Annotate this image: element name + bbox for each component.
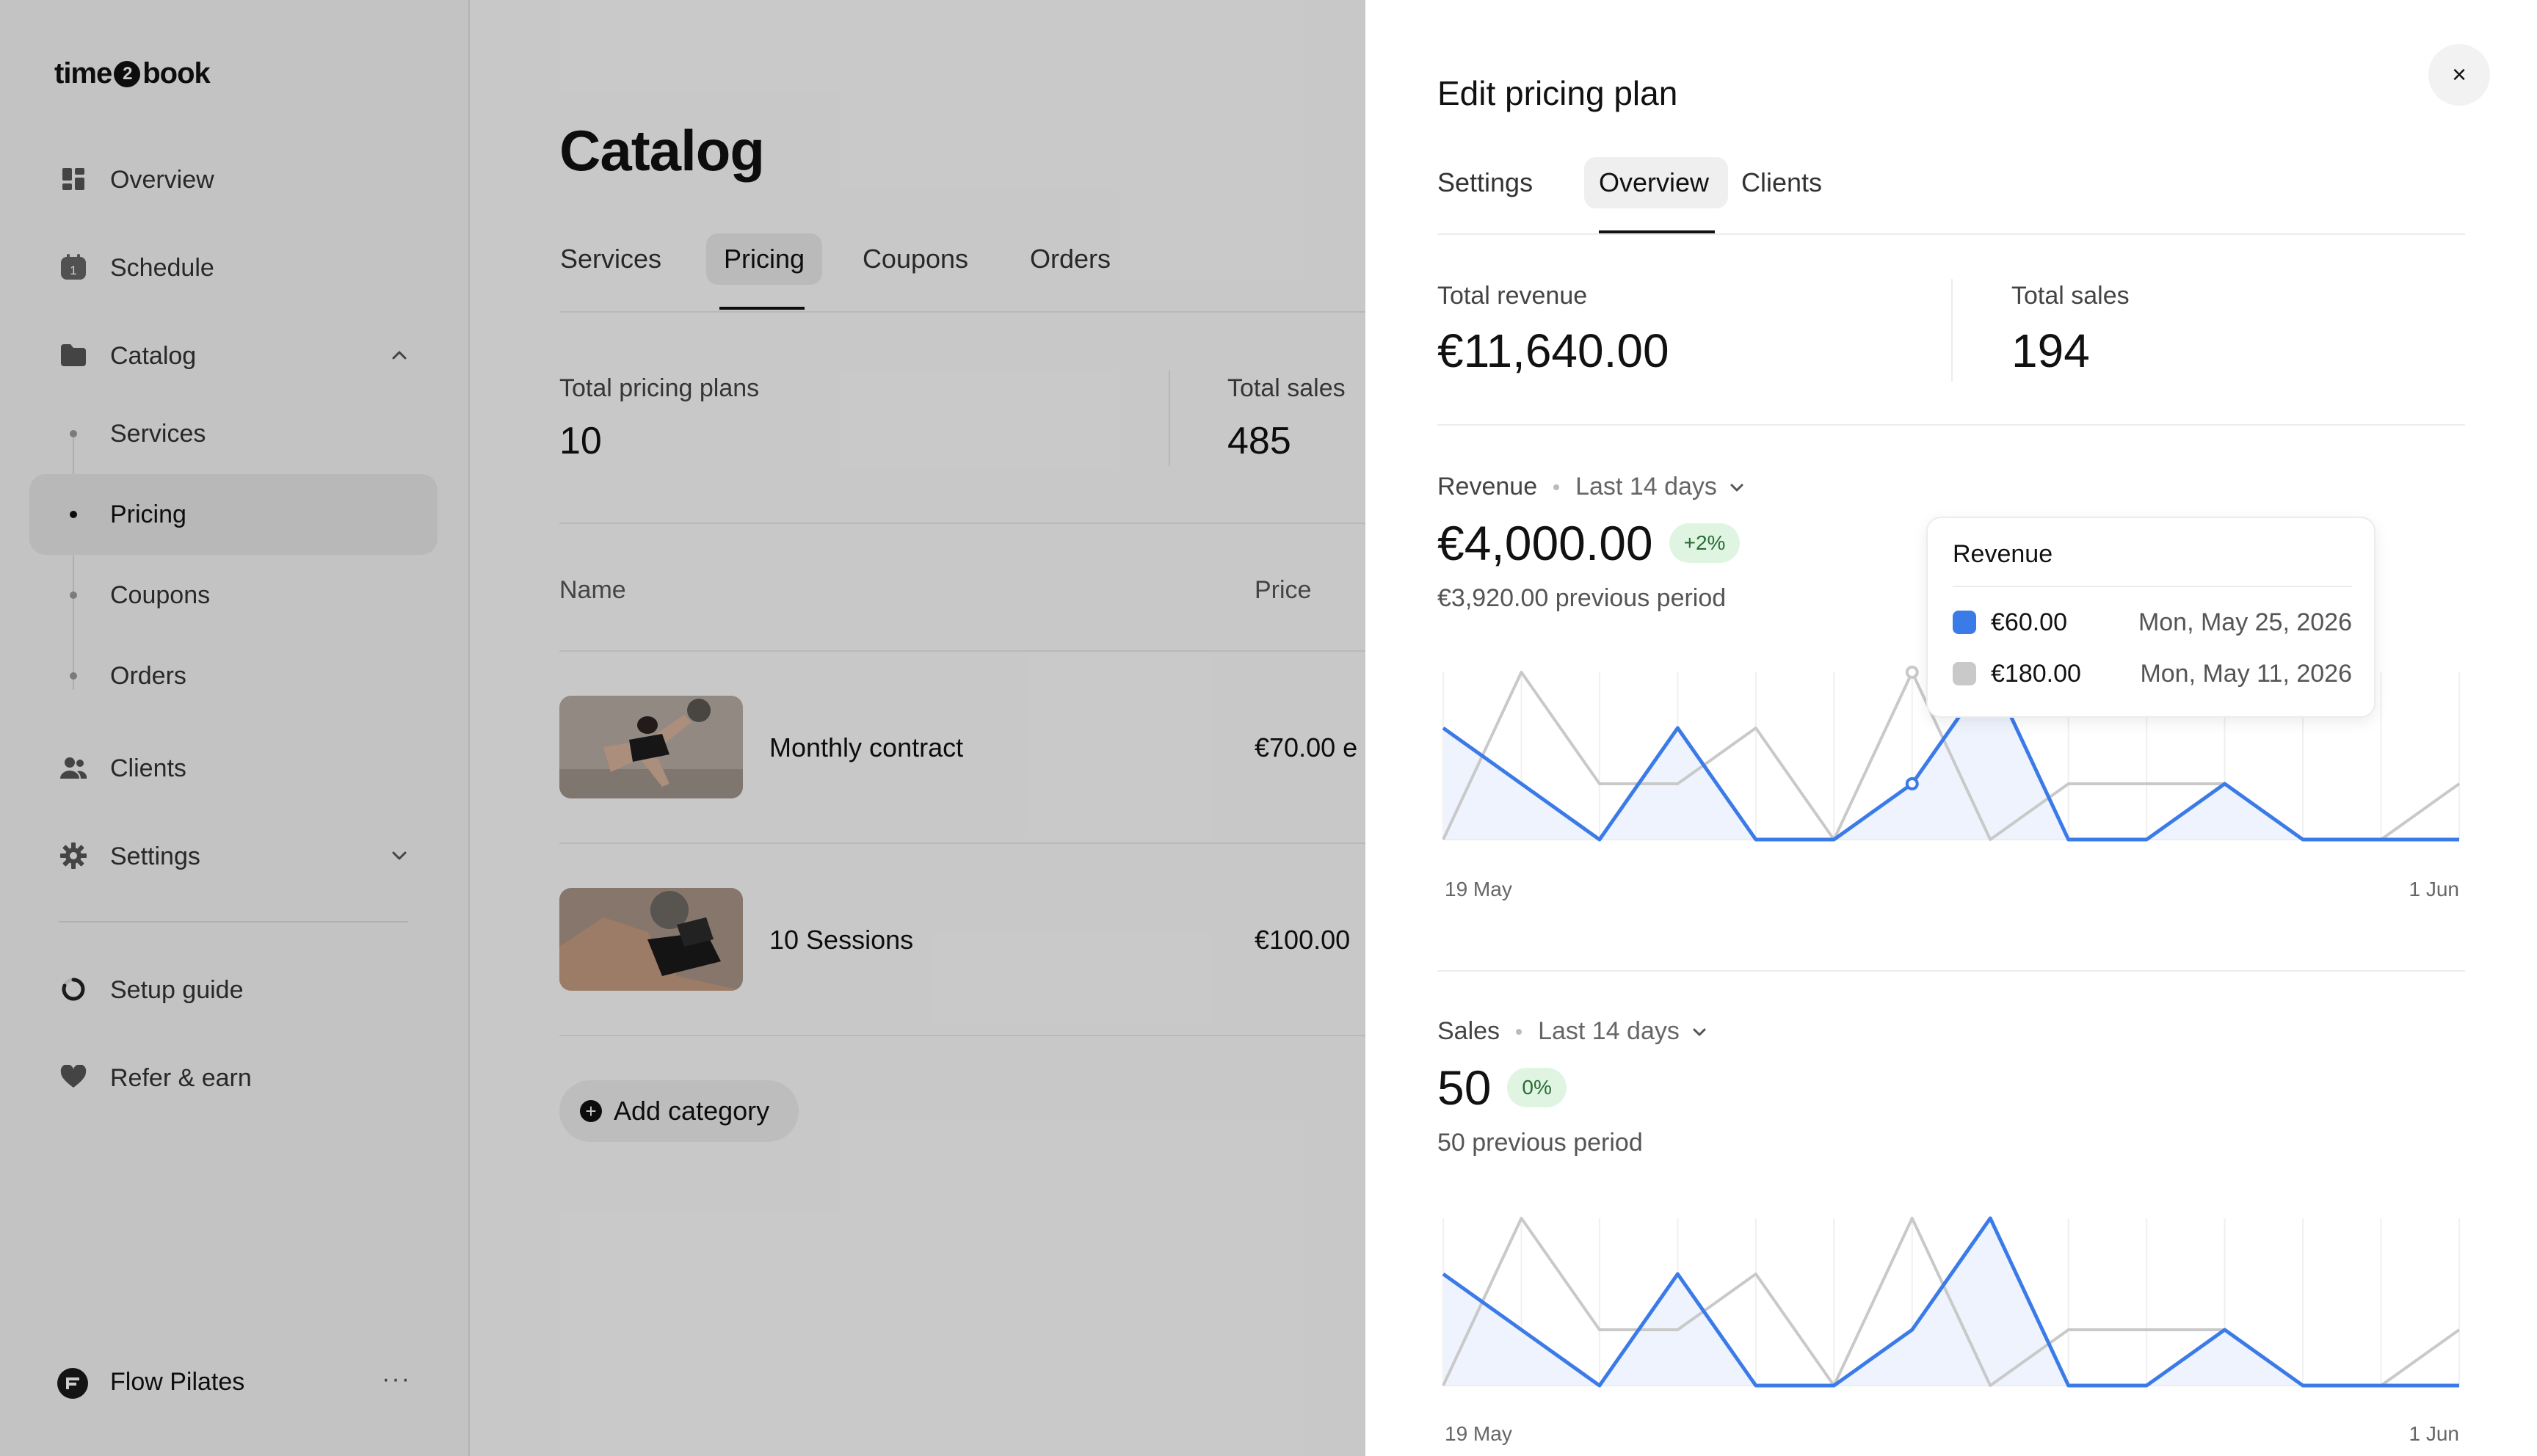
previous-period-text: 50 previous period: [1437, 1129, 1643, 1157]
current-series-marker: [1905, 777, 1919, 790]
x-axis-start-label: 19 May: [1445, 1422, 1512, 1445]
x-axis-start-label: 19 May: [1445, 878, 1512, 900]
edit-pricing-plan-drawer: Edit pricing plan × Settings Overview Cl…: [1365, 0, 2537, 1456]
series-swatch-previous: [1953, 662, 1976, 685]
dot-separator: [1516, 1028, 1522, 1035]
stat-value: €11,640.00: [1437, 324, 1669, 377]
revenue-header: Revenue Last 14 days: [1437, 473, 1746, 501]
close-icon: ×: [2452, 60, 2467, 89]
tooltip-row-previous: €180.00 Mon, May 11, 2026: [1953, 659, 2352, 688]
tooltip-date: Mon, May 25, 2026: [2138, 608, 2352, 636]
x-axis-end-label: 1 Jun: [2409, 878, 2460, 900]
change-badge: +2%: [1669, 523, 1741, 563]
previous-series-marker: [1905, 666, 1919, 679]
period-dropdown[interactable]: Last 14 days: [1575, 473, 1717, 501]
metric-value: €4,000.00: [1437, 516, 1653, 570]
stat-value: 194: [2011, 324, 2090, 377]
drawer-tabs: Settings Overview Clients: [1437, 157, 2465, 235]
dot-separator: [1553, 484, 1560, 490]
tooltip-amount: €60.00: [1991, 608, 2067, 636]
chevron-down-icon[interactable]: [1727, 478, 1746, 497]
stat-total-sales: Total sales 194: [2011, 282, 2130, 378]
chevron-down-icon[interactable]: [1690, 1022, 1709, 1041]
close-button[interactable]: ×: [2428, 44, 2490, 106]
tab-overview[interactable]: Overview: [1584, 157, 1728, 208]
tab-clients[interactable]: Clients: [1727, 157, 1856, 208]
stat-label: Total sales: [2011, 282, 2130, 310]
period-dropdown[interactable]: Last 14 days: [1538, 1017, 1680, 1046]
tooltip-date: Mon, May 11, 2026: [2140, 659, 2352, 688]
change-badge: 0%: [1507, 1068, 1567, 1107]
stat-label: Total revenue: [1437, 282, 1588, 310]
section-divider: [1437, 424, 2465, 426]
section-divider: [1437, 970, 2465, 972]
sales-header: Sales Last 14 days: [1437, 1017, 1709, 1046]
tabs-divider: [1437, 233, 2465, 235]
series-swatch-current: [1953, 611, 1976, 634]
x-axis-end-label: 1 Jun: [2409, 1422, 2460, 1445]
sales-value-row: 50 0%: [1437, 1060, 1567, 1115]
app-root: time 2 book Overview 1 Schedule Catalog: [0, 0, 2537, 1456]
drawer-title: Edit pricing plan: [1437, 74, 1678, 112]
tooltip-amount: €180.00: [1991, 659, 2081, 688]
tooltip-divider: [1953, 586, 2352, 587]
metric-label: Revenue: [1437, 473, 1538, 500]
stat-divider: [1951, 279, 1953, 382]
metric-label: Sales: [1437, 1017, 1500, 1045]
tooltip-title: Revenue: [1953, 540, 2053, 568]
stat-total-revenue: Total revenue €11,640.00: [1437, 282, 1669, 378]
sales-line-chart[interactable]: [1437, 1204, 2465, 1394]
revenue-value-row: €4,000.00 +2%: [1437, 515, 1741, 571]
tab-settings[interactable]: Settings: [1423, 157, 1562, 208]
metric-value: 50: [1437, 1060, 1492, 1115]
chart-tooltip: Revenue €60.00 Mon, May 25, 2026 €180.00…: [1926, 517, 2376, 718]
tooltip-row-current: €60.00 Mon, May 25, 2026: [1953, 608, 2352, 637]
previous-period-text: €3,920.00 previous period: [1437, 584, 1727, 612]
modal-backdrop[interactable]: [0, 0, 1365, 1456]
